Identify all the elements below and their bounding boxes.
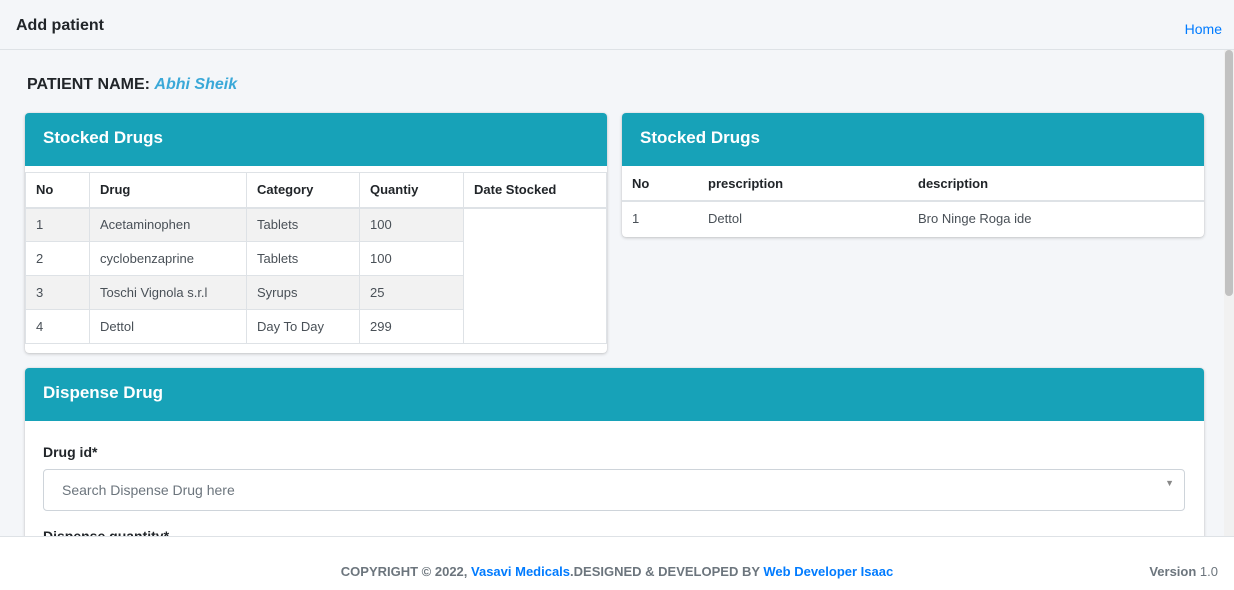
table-cell: Toschi Vignola s.r.l — [89, 275, 247, 310]
table-cell: 25 — [359, 275, 464, 310]
date-stocked-cell — [463, 207, 607, 344]
version-label: Version — [1149, 564, 1197, 579]
copyright-text: COPYRIGHT © 2022, Vasavi Medicals.DESIGN… — [0, 564, 1234, 579]
table-cell: 1 — [622, 200, 698, 235]
caret-down-icon: ▼ — [1165, 478, 1174, 488]
patient-name-value: Abhi Sheik — [154, 76, 238, 93]
table-cell: cyclobenzaprine — [89, 241, 247, 276]
prescriptions-card-title: Stocked Drugs — [622, 113, 1204, 166]
top-bar: Add patient Home — [0, 10, 1234, 50]
table-cell: Tablets — [246, 241, 360, 276]
table-cell: 3 — [25, 275, 90, 310]
version-value: 1.0 — [1199, 564, 1218, 579]
developer-link[interactable]: Web Developer Isaac — [763, 564, 893, 579]
copyright-prefix: COPYRIGHT © 2022, — [340, 564, 472, 579]
table-header-row: No Drug Category Quantiy Date Stocked — [25, 172, 607, 209]
column-header: No — [25, 172, 90, 209]
home-link[interactable]: Home — [1185, 21, 1222, 37]
table-cell: 2 — [25, 241, 90, 276]
column-header: prescription — [698, 166, 908, 202]
table-cell: 100 — [359, 207, 464, 242]
vertical-scrollbar[interactable] — [1224, 50, 1234, 536]
drug-id-label: Drug id* — [43, 444, 98, 460]
table-cell: 1 — [25, 207, 90, 242]
drug-id-placeholder: Search Dispense Drug here — [62, 482, 235, 498]
table-cell: Bro Ninge Roga ide — [908, 200, 1204, 235]
column-header: Quantiy — [359, 172, 464, 209]
column-header: description — [908, 166, 1204, 202]
page-title: Add patient — [16, 17, 104, 34]
table-cell: 100 — [359, 241, 464, 276]
designed-by-text: .DESIGNED & DEVELOPED BY — [570, 564, 764, 579]
column-header: Category — [246, 172, 360, 209]
table-header-row: No prescription description — [622, 166, 1204, 202]
stocked-drugs-card-title: Stocked Drugs — [25, 113, 607, 166]
dispense-drug-card-title: Dispense Drug — [25, 368, 1204, 421]
table-cell: Syrups — [246, 275, 360, 310]
stocked-drugs-table: No Drug Category Quantiy Date Stocked 1 … — [25, 172, 607, 344]
scrollbar-thumb[interactable] — [1225, 50, 1233, 296]
column-header: No — [622, 166, 698, 202]
drug-id-select[interactable]: Search Dispense Drug here ▼ — [43, 469, 1185, 511]
company-link[interactable]: Vasavi Medicals — [471, 564, 570, 579]
table-cell: Day To Day — [246, 309, 360, 344]
column-header: Drug — [89, 172, 247, 209]
table-cell: Tablets — [246, 207, 360, 242]
prescriptions-table: No prescription description 1 Dettol Bro… — [622, 166, 1204, 235]
column-header: Date Stocked — [463, 172, 607, 209]
table-cell: 299 — [359, 309, 464, 344]
table-row: 1 Acetaminophen Tablets 100 — [25, 207, 607, 344]
version-info: Version 1.0 — [1149, 564, 1218, 579]
stocked-drugs-card: Stocked Drugs No Drug Category Quantiy D… — [25, 113, 607, 353]
table-row: 1 Dettol Bro Ninge Roga ide — [622, 200, 1204, 235]
table-cell: Dettol — [698, 200, 908, 235]
table-cell: Dettol — [89, 309, 247, 344]
patient-name-heading: PATIENT NAME: Abhi Sheik — [27, 76, 237, 94]
footer: COPYRIGHT © 2022, Vasavi Medicals.DESIGN… — [0, 536, 1234, 590]
prescriptions-card: Stocked Drugs No prescription descriptio… — [622, 113, 1204, 237]
table-cell: 4 — [25, 309, 90, 344]
table-cell: Acetaminophen — [89, 207, 247, 242]
patient-name-label: PATIENT NAME: — [27, 76, 150, 93]
